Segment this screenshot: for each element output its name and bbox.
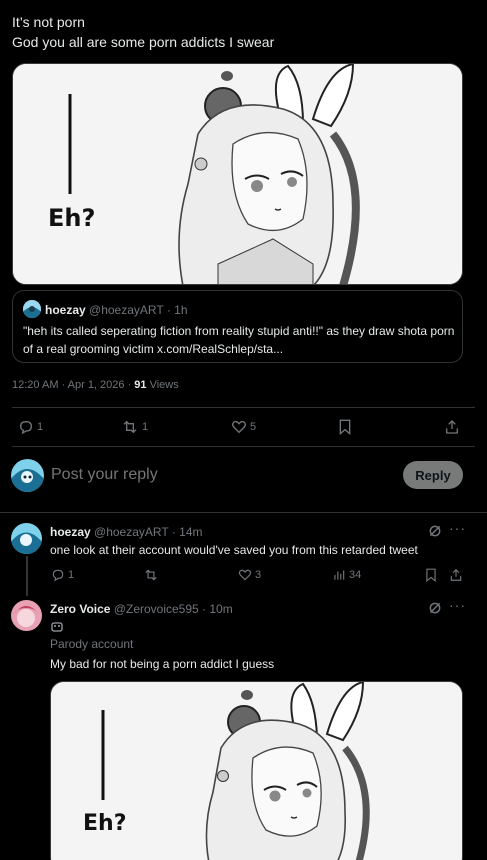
reply1-avatar[interactable] xyxy=(11,523,42,554)
repost-icon xyxy=(145,569,157,581)
thread-line xyxy=(26,556,28,596)
quote-author-handle[interactable]: @hoezayART xyxy=(89,303,163,317)
parody-account-badge: Parody account xyxy=(50,637,134,651)
reply-action[interactable]: 1 xyxy=(18,419,43,435)
reply2-author-name[interactable]: Zero Voice xyxy=(50,602,110,616)
quote-separator: · xyxy=(166,303,171,317)
parody-mask-icon xyxy=(51,622,63,632)
reply1-views-count: 34 xyxy=(349,569,362,581)
quote-header: hoezay @hoezayART · 1h xyxy=(45,302,188,318)
manga-panel-illustration: Eh? xyxy=(51,682,462,860)
reply1-text: one look at their account would've saved… xyxy=(50,543,418,557)
repost-icon xyxy=(123,420,137,434)
tweet-views-label: Views xyxy=(146,379,179,391)
more-icon[interactable]: ··· xyxy=(449,520,466,536)
reply2-avatar[interactable] xyxy=(11,600,42,631)
analytics-icon xyxy=(334,570,345,580)
share-icon xyxy=(450,568,462,581)
grok-icon[interactable] xyxy=(428,601,442,615)
reply-count: 1 xyxy=(37,421,44,433)
bookmark-action[interactable] xyxy=(338,419,352,435)
reply1-like-count: 3 xyxy=(255,569,262,581)
reply1-bookmark-action[interactable] xyxy=(425,568,437,582)
manga-eh-text: Eh? xyxy=(48,204,95,232)
tweet-timestamp[interactable]: 12:20 AM · Apr 1, 2026 · xyxy=(12,379,134,391)
avatar-illustration xyxy=(11,600,42,631)
tweet-text-line1: It’s not porn xyxy=(12,14,85,30)
reply1-repost-action[interactable] xyxy=(143,568,159,582)
tweet-text-line2: God you all are some porn addicts I swea… xyxy=(12,34,275,50)
reply-button[interactable]: Reply xyxy=(403,461,463,489)
reply1-share-action[interactable] xyxy=(449,568,463,582)
reply2-header: Zero Voice @Zerovoice595 · 10m xyxy=(50,601,233,617)
like-count: 5 xyxy=(250,421,257,433)
heart-icon xyxy=(238,569,252,581)
share-action[interactable] xyxy=(444,419,460,435)
reply2-author-handle[interactable]: @Zerovoice595 xyxy=(114,602,199,616)
reply1-reply-count: 1 xyxy=(68,569,75,581)
reply2-time[interactable]: · 10m xyxy=(202,602,233,616)
repost-count: 1 xyxy=(142,421,149,433)
avatar-illustration xyxy=(11,523,42,554)
tweet-view-count: 91 xyxy=(134,379,147,391)
reply1-time[interactable]: · 14m xyxy=(172,525,203,539)
reply-icon xyxy=(52,569,64,582)
quoted-tweet-card[interactable]: hoezay @hoezayART · 1h "heh its called s… xyxy=(12,290,463,363)
grok-icon[interactable] xyxy=(428,524,442,538)
divider xyxy=(12,407,475,408)
quote-avatar[interactable] xyxy=(23,300,41,318)
share-icon xyxy=(446,420,458,434)
bookmark-icon xyxy=(339,419,351,435)
composer-avatar[interactable] xyxy=(11,459,44,492)
reply2-image[interactable]: Eh? xyxy=(50,681,463,860)
reply1-author-handle[interactable]: @hoezayART xyxy=(94,525,168,539)
reply2-text: My bad for not being a porn addict I gue… xyxy=(50,657,275,671)
more-icon[interactable]: ··· xyxy=(449,597,466,613)
quote-text: "heh its called seperating fiction from … xyxy=(23,324,455,356)
bookmark-icon xyxy=(426,568,436,582)
tweet-image[interactable]: Eh? xyxy=(12,63,463,285)
reply1-reply-action[interactable]: 1 xyxy=(51,568,74,582)
reply1-header: hoezay @hoezayART · 14m xyxy=(50,524,203,540)
manga-eh-text: Eh? xyxy=(83,811,126,836)
reply1-author-name[interactable]: hoezay xyxy=(50,525,91,539)
manga-panel-illustration: Eh? xyxy=(13,64,462,284)
divider xyxy=(12,446,475,447)
repost-action[interactable]: 1 xyxy=(121,419,148,435)
reply1-views-action[interactable]: 34 xyxy=(332,568,361,582)
reply-icon xyxy=(19,420,33,435)
quote-author-name[interactable]: hoezay xyxy=(45,303,86,317)
reply1-like-action[interactable]: 3 xyxy=(238,568,261,582)
like-action[interactable]: 5 xyxy=(231,419,256,435)
divider xyxy=(0,512,487,513)
tweet-meta: 12:20 AM · Apr 1, 2026 · 91 Views xyxy=(12,378,179,393)
avatar-illustration xyxy=(23,300,41,318)
reply-input[interactable] xyxy=(51,463,381,487)
heart-icon xyxy=(232,420,246,434)
quote-time[interactable]: 1h xyxy=(174,303,187,317)
avatar-illustration xyxy=(11,459,44,492)
